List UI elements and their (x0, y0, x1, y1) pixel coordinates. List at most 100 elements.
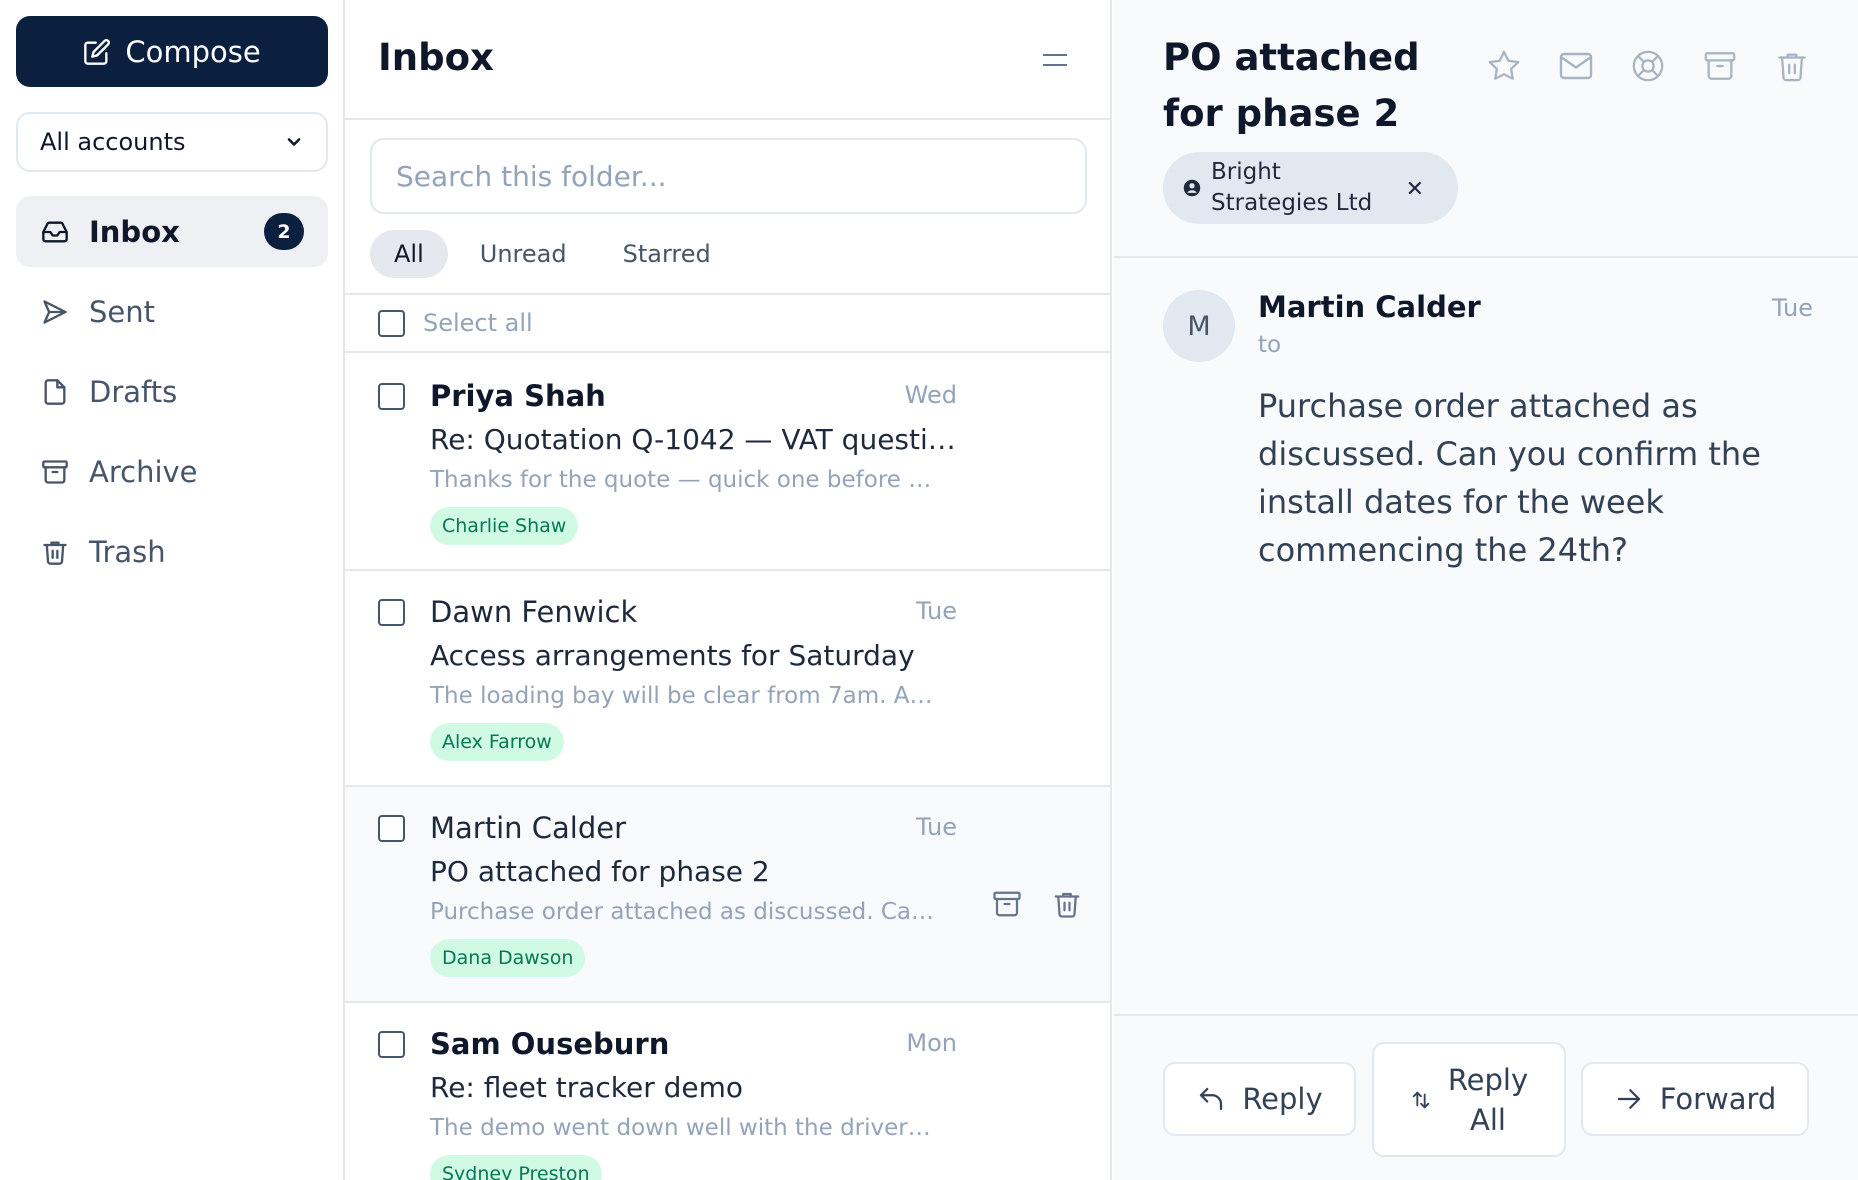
message-row[interactable]: Dawn Fenwick Tue Access arrangements for… (345, 571, 1110, 787)
page-title: Inbox (378, 36, 494, 79)
select-all-checkbox[interactable] (378, 309, 405, 337)
reply-button[interactable]: Reply (1163, 1062, 1356, 1136)
contact-chip-label: Bright Strategies Ltd (1211, 159, 1373, 216)
reader-header: PO attached for phase 2 Bright Strategie… (1114, 0, 1858, 258)
star-icon (1488, 50, 1520, 80)
reply-icon (1200, 1087, 1223, 1111)
message-title: PO attached for phase 2 (1163, 36, 1420, 135)
search-input[interactable] (370, 138, 1087, 214)
mail-app: Compose All accounts Inbox 2 Sent Drafts… (0, 0, 1858, 1180)
archive-icon (1704, 52, 1736, 80)
reading-pane: PO attached for phase 2 Bright Strategie… (1114, 0, 1858, 1180)
delete-button[interactable] (1774, 48, 1810, 84)
message-subject: Re: Quotation Q-1042 — VAT questi… (430, 423, 956, 456)
contact-tag: Dana Dawson (430, 939, 586, 977)
filter-unread[interactable]: Unread (456, 230, 591, 278)
reply-toolbar: Reply Reply All Forward (1114, 1014, 1858, 1180)
message-checkbox[interactable] (378, 815, 405, 842)
forward-label: Forward (1659, 1082, 1777, 1116)
message-subject: Access arrangements for Saturday (430, 639, 915, 672)
message-body: Purchase order attached as discussed. Ca… (1258, 387, 1761, 569)
reply-all-icon (1412, 1091, 1430, 1108)
sidebar-item-label: Drafts (89, 374, 178, 409)
user-circle-icon (1183, 179, 1201, 197)
from-name: Martin Calder (1258, 290, 1481, 324)
message-checkbox[interactable] (378, 599, 405, 626)
trash-icon (1054, 892, 1080, 918)
chevron-down-icon (287, 138, 301, 146)
contact-tag: Sydney Preston (430, 1155, 602, 1180)
avatar: M (1163, 290, 1235, 362)
sidebar-item-label: Inbox (89, 214, 180, 249)
inbox-icon (42, 221, 68, 242)
sidebar-item-inbox[interactable]: Inbox 2 (16, 196, 328, 267)
account-select-value: All accounts (40, 128, 186, 156)
message-date: Tue (1772, 294, 1813, 322)
close-icon[interactable]: ✕ (1406, 174, 1424, 205)
message-list-pane: Inbox All Unread Starred Select all Priy… (345, 0, 1112, 1180)
message-preview: The demo went down well with the driver… (430, 1115, 931, 1141)
spam-button[interactable] (1630, 48, 1666, 84)
filter-starred[interactable]: Starred (599, 230, 735, 278)
message-subject: PO attached for phase 2 (430, 855, 770, 888)
message-subject: Re: fleet tracker demo (430, 1071, 744, 1104)
forward-button[interactable]: Forward (1581, 1062, 1809, 1136)
archive-button[interactable] (1702, 48, 1738, 84)
message-row[interactable]: Priya Shah Wed Re: Quotation Q-1042 — VA… (345, 355, 1110, 571)
message-date: Mon (906, 1029, 957, 1057)
message-sender: Sam Ouseburn (430, 1027, 670, 1061)
message-row[interactable]: Sam Ouseburn Mon Re: fleet tracker demo … (345, 1003, 1110, 1180)
sidebar-item-label: Archive (89, 454, 198, 489)
reader-toolbar (1486, 48, 1810, 84)
message-preview: The loading bay will be clear from 7am. … (430, 683, 933, 709)
compose-label: Compose (125, 34, 261, 69)
contact-chip[interactable]: Bright Strategies Ltd ✕ (1163, 152, 1458, 224)
contact-tag: Alex Farrow (430, 723, 564, 761)
message-sender: Dawn Fenwick (430, 595, 638, 629)
arrow-right-icon (1617, 1089, 1640, 1109)
sidebar-item-drafts[interactable]: Drafts (16, 356, 328, 427)
filter-tabs: All Unread Starred (370, 230, 735, 278)
row-delete-button[interactable] (1052, 889, 1082, 923)
message-date: Tue (916, 813, 957, 841)
sidebar-item-label: Sent (89, 294, 156, 329)
menu-icon (1043, 54, 1067, 66)
reply-all-label-line1: Reply (1447, 1062, 1529, 1097)
trash-icon (1778, 53, 1806, 82)
mail-icon (1559, 52, 1593, 80)
sidebar-item-trash[interactable]: Trash (16, 516, 328, 587)
row-archive-button[interactable] (992, 889, 1022, 923)
menu-button[interactable] (1042, 52, 1068, 72)
message-sender: Priya Shah (430, 379, 606, 413)
message-checkbox[interactable] (378, 1031, 405, 1058)
reply-all-button[interactable]: Reply All (1372, 1042, 1566, 1157)
message-row[interactable]: Martin Calder Tue PO attached for phase … (345, 787, 1110, 1003)
message-date: Wed (904, 381, 957, 409)
edit-icon (84, 38, 111, 65)
select-all-label: Select all (423, 309, 533, 337)
account-select[interactable]: All accounts (16, 112, 328, 172)
message-preview: Purchase order attached as discussed. Ca… (430, 899, 934, 925)
mark-unread-button[interactable] (1558, 48, 1594, 84)
archive-icon (993, 891, 1021, 917)
reply-all-label: Reply All (1448, 1060, 1528, 1140)
star-button[interactable] (1486, 48, 1522, 84)
compose-button[interactable]: Compose (16, 16, 328, 87)
lifebuoy-icon (1632, 50, 1664, 82)
recipient-label: to (1258, 332, 1282, 358)
filter-all[interactable]: All (370, 230, 448, 278)
list-header: Inbox (345, 0, 1110, 120)
reply-all-label-line2: All (1470, 1102, 1506, 1137)
select-all-row: Select all (345, 295, 1110, 353)
message-preview: Thanks for the quote — quick one before … (430, 467, 932, 493)
message-checkbox[interactable] (378, 383, 405, 410)
send-icon (43, 299, 67, 324)
sidebar-item-sent[interactable]: Sent (16, 276, 328, 347)
reply-label: Reply (1242, 1082, 1323, 1116)
sidebar-item-archive[interactable]: Archive (16, 436, 328, 507)
unread-count-badge: 2 (264, 213, 304, 250)
file-icon (44, 378, 66, 405)
message-sender: Martin Calder (430, 811, 626, 845)
trash-icon (43, 541, 67, 565)
message-date: Tue (916, 597, 957, 625)
